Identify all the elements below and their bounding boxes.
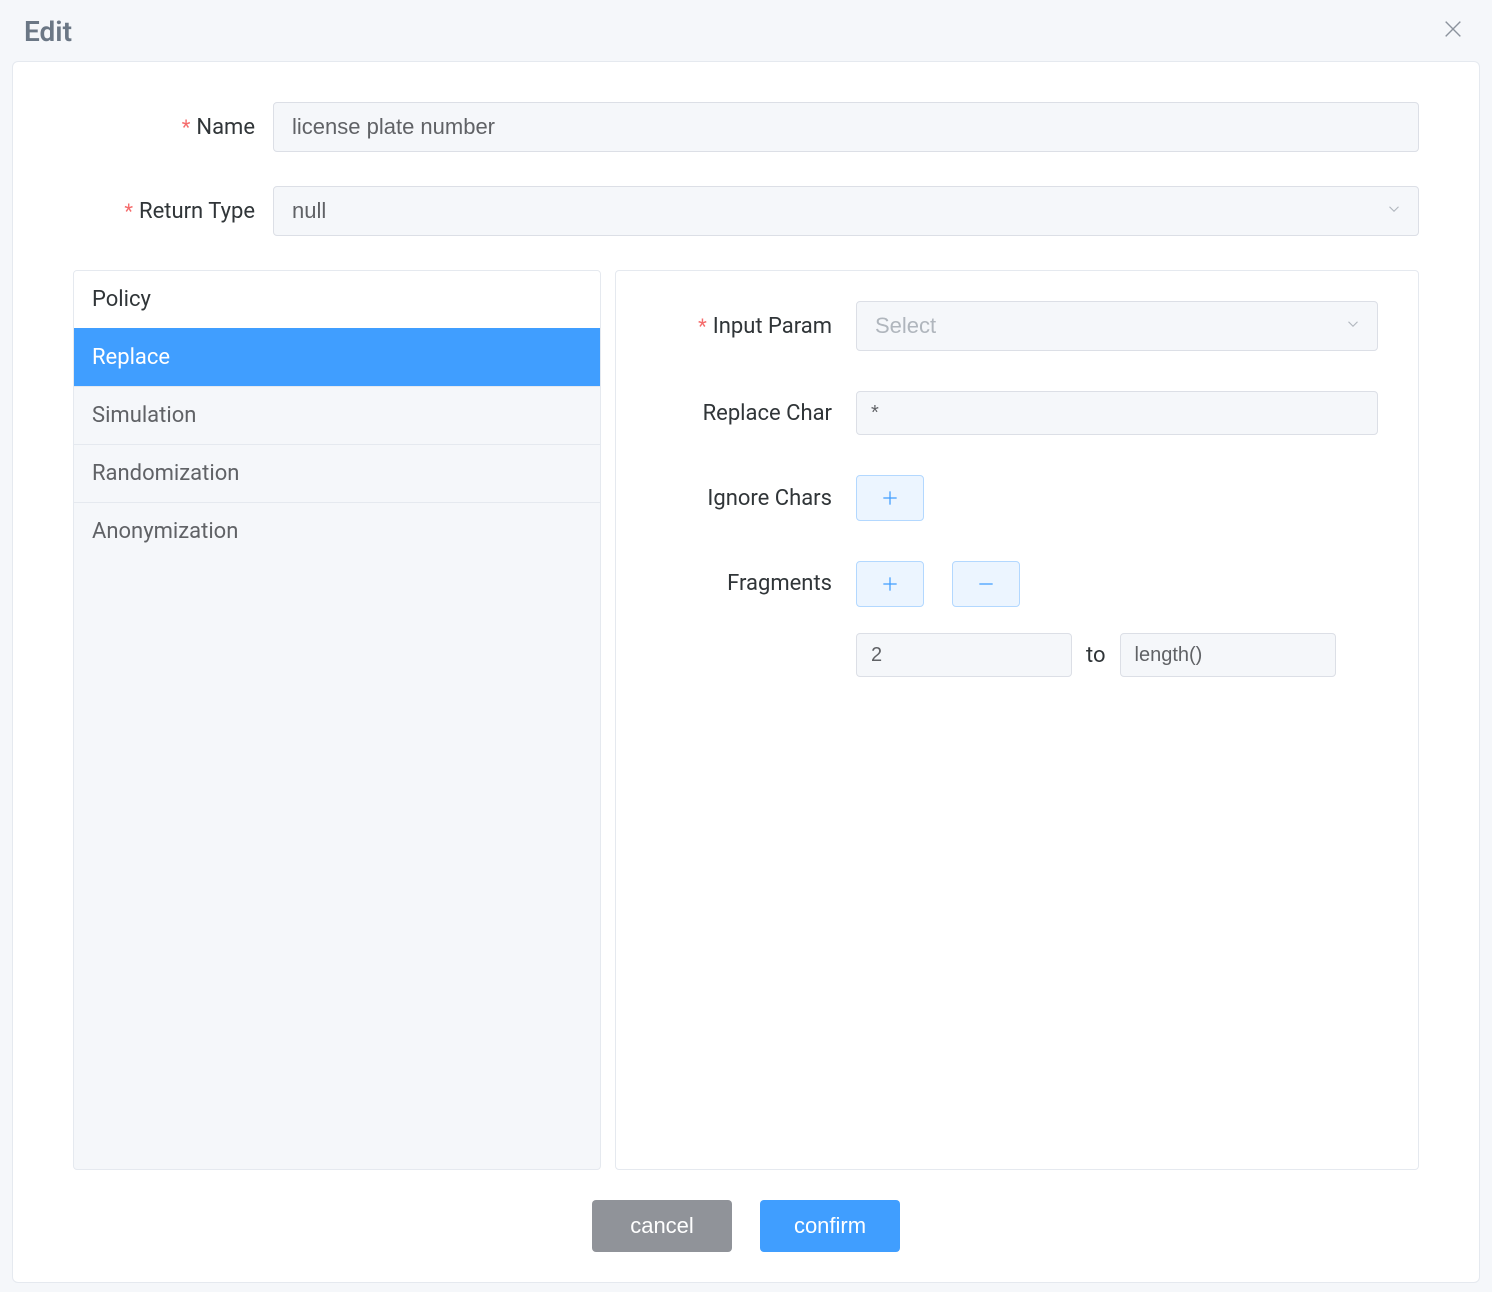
edit-dialog: Edit *Name *Return Type null [0, 0, 1492, 1292]
replace-char-control [856, 391, 1378, 435]
return-type-row: *Return Type null [73, 186, 1419, 236]
required-asterisk: * [698, 314, 707, 338]
confirm-button[interactable]: confirm [760, 1200, 900, 1252]
panels: Policy Replace Simulation Randomization … [73, 270, 1419, 1170]
name-label: *Name [73, 115, 273, 140]
input-param-label: *Input Param [636, 314, 856, 339]
policy-sidebar: Policy Replace Simulation Randomization … [73, 270, 601, 1170]
close-icon [1442, 18, 1464, 40]
plus-icon [880, 574, 900, 594]
ignore-chars-label: Ignore Chars [636, 486, 856, 511]
fragments-row: Fragments to [636, 561, 1378, 677]
settings-panel: *Input Param Select [615, 270, 1419, 1170]
replace-char-input[interactable] [856, 391, 1378, 435]
return-type-select-wrapper: null [273, 186, 1419, 236]
return-type-label: *Return Type [73, 199, 273, 224]
fragment-to-label: to [1086, 643, 1106, 668]
minus-icon [976, 574, 996, 594]
required-asterisk: * [182, 115, 191, 139]
input-param-control: Select [856, 301, 1378, 351]
name-row: *Name [73, 102, 1419, 152]
sidebar-item-simulation[interactable]: Simulation [74, 386, 600, 444]
close-button[interactable] [1438, 14, 1468, 49]
return-type-select[interactable]: null [273, 186, 1419, 236]
replace-char-label: Replace Char [636, 401, 856, 426]
sidebar-item-anonymization[interactable]: Anonymization [74, 502, 600, 560]
fragments-add-button[interactable] [856, 561, 924, 607]
ignore-chars-control [856, 475, 1378, 521]
sidebar-item-randomization[interactable]: Randomization [74, 444, 600, 502]
ignore-chars-add-button[interactable] [856, 475, 924, 521]
fragments-label: Fragments [636, 561, 856, 596]
name-input[interactable] [273, 102, 1419, 152]
sidebar-item-replace[interactable]: Replace [74, 328, 600, 386]
dialog-title: Edit [24, 15, 72, 48]
input-param-row: *Input Param Select [636, 301, 1378, 351]
input-param-select-wrapper: Select [856, 301, 1378, 351]
cancel-button[interactable]: cancel [592, 1200, 732, 1252]
sidebar-header: Policy [74, 271, 600, 328]
dialog-header: Edit [0, 0, 1492, 61]
fragment-to-input[interactable] [1120, 633, 1336, 677]
fragment-range: to [856, 633, 1378, 677]
fragment-from-input[interactable] [856, 633, 1072, 677]
dialog-body: *Name *Return Type null Policy Replace S [12, 61, 1480, 1283]
ignore-chars-row: Ignore Chars [636, 475, 1378, 521]
input-param-select[interactable]: Select [856, 301, 1378, 351]
dialog-footer: cancel confirm [73, 1170, 1419, 1252]
fragments-control: to [856, 561, 1378, 677]
fragments-remove-button[interactable] [952, 561, 1020, 607]
plus-icon [880, 488, 900, 508]
required-asterisk: * [124, 199, 133, 223]
replace-char-row: Replace Char [636, 391, 1378, 435]
